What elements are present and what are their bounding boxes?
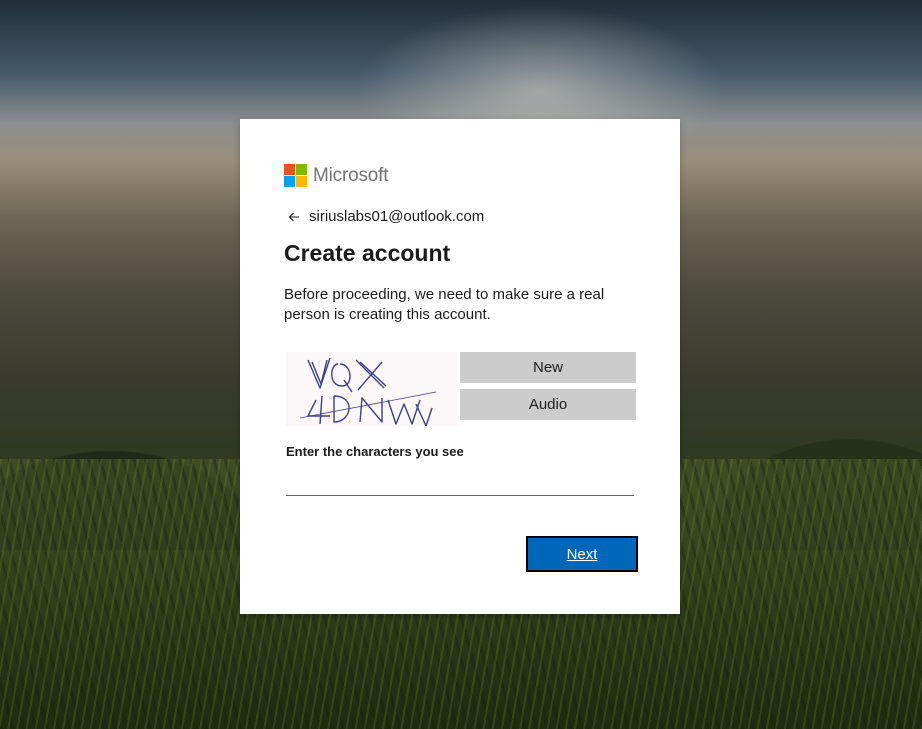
description-text: Before proceeding, we need to make sure …: [284, 286, 605, 323]
identity-email: siriuslabs01@outlook.com: [309, 208, 485, 225]
new-captcha-button[interactable]: New: [460, 352, 636, 383]
page-title: Create account: [284, 240, 451, 266]
captcha-image: [286, 352, 458, 427]
back-arrow-icon[interactable]: [288, 211, 300, 223]
identity-back-link[interactable]: siriuslabs01@outlook.com: [288, 208, 484, 225]
next-button[interactable]: Next: [526, 536, 638, 572]
brand-name: Microsoft: [313, 164, 389, 186]
signup-card: Microsoft siriuslabs01@outlook.com Creat…: [240, 119, 680, 614]
captcha-input[interactable]: [286, 467, 634, 496]
microsoft-logo: Microsoft: [284, 164, 388, 187]
audio-captcha-button[interactable]: Audio: [460, 389, 636, 420]
microsoft-logo-icon: [284, 164, 307, 187]
captcha-input-label: Enter the characters you see: [286, 444, 464, 459]
captcha-distorted-text: [299, 357, 437, 427]
